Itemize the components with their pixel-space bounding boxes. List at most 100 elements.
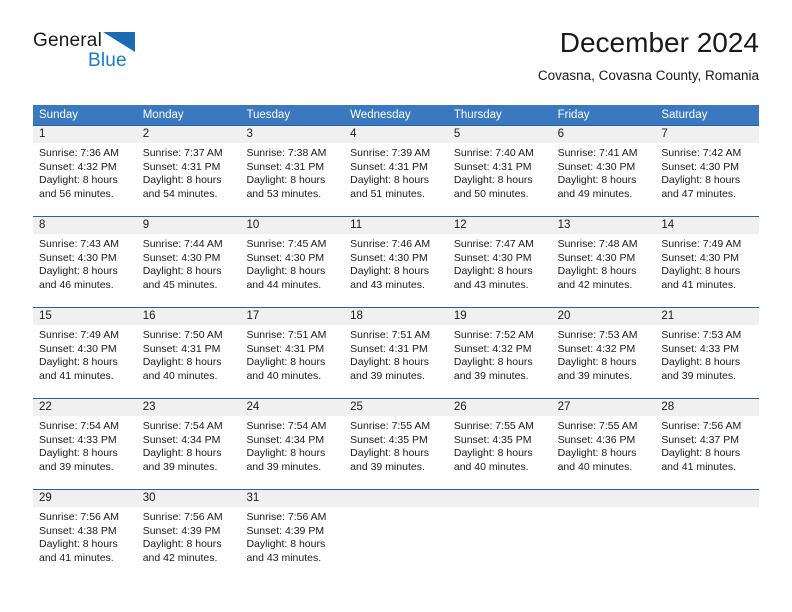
- weekday-header-sunday: Sunday: [39, 109, 79, 121]
- day-number[interactable]: 28: [655, 399, 759, 416]
- day-number[interactable]: 1: [33, 126, 137, 143]
- sunrise-text: Sunrise: 7:55 AM: [453, 420, 534, 432]
- day-cell[interactable]: Sunrise: 7:46 AM Sunset: 4:30 PM Dayligh…: [344, 234, 448, 307]
- day-number[interactable]: 2: [137, 126, 241, 143]
- day-cell[interactable]: Sunrise: 7:51 AM Sunset: 4:31 PM Dayligh…: [240, 325, 344, 398]
- daylight-text-2: and 51 minutes.: [350, 187, 425, 200]
- day-number[interactable]: 20: [552, 308, 656, 325]
- daylight-text-2: and 54 minutes.: [142, 187, 218, 200]
- day-number[interactable]: 22: [33, 399, 137, 416]
- day-cell[interactable]: Sunrise: 7:40 AM Sunset: 4:31 PM Dayligh…: [448, 143, 552, 216]
- day-number[interactable]: 4: [344, 126, 448, 143]
- day-number[interactable]: 5: [448, 126, 552, 143]
- day-number[interactable]: 15: [33, 308, 137, 325]
- day-cell[interactable]: Sunrise: 7:45 AM Sunset: 4:30 PM Dayligh…: [240, 234, 344, 307]
- day-number[interactable]: 25: [344, 399, 448, 416]
- day-cell[interactable]: Sunrise: 7:42 AM Sunset: 4:30 PM Dayligh…: [655, 143, 759, 216]
- day-cell[interactable]: Sunrise: 7:55 AM Sunset: 4:35 PM Dayligh…: [344, 416, 448, 489]
- day-number[interactable]: 29: [33, 490, 137, 507]
- day-number[interactable]: 27: [552, 399, 656, 416]
- day-number[interactable]: 11: [344, 217, 448, 234]
- daylight-text-2: and 39 minutes.: [246, 460, 322, 473]
- day-cell[interactable]: Sunrise: 7:37 AM Sunset: 4:31 PM Dayligh…: [137, 143, 241, 216]
- day-number[interactable]: 10: [240, 217, 344, 234]
- sunrise-text: Sunrise: 7:54 AM: [142, 420, 223, 432]
- daylight-text-1: Daylight: 8 hours: [453, 174, 533, 186]
- sunset-text: Sunset: 4:31 PM: [142, 342, 221, 355]
- sunset-text: Sunset: 4:32 PM: [453, 342, 532, 355]
- logo-text-blue: Blue: [88, 50, 127, 71]
- title-block: December 2024 Covasna, Covasna County, R…: [538, 26, 759, 85]
- daylight-text-2: and 40 minutes.: [557, 460, 633, 473]
- day-cell[interactable]: Sunrise: 7:56 AM Sunset: 4:39 PM Dayligh…: [137, 507, 241, 580]
- day-cell[interactable]: Sunrise: 7:36 AM Sunset: 4:32 PM Dayligh…: [33, 143, 137, 216]
- sunset-text: Sunset: 4:35 PM: [453, 433, 532, 446]
- weekday-header-wednesday: Wednesday: [350, 109, 411, 121]
- day-cell[interactable]: Sunrise: 7:54 AM Sunset: 4:33 PM Dayligh…: [33, 416, 137, 489]
- day-cell[interactable]: Sunrise: 7:54 AM Sunset: 4:34 PM Dayligh…: [240, 416, 344, 489]
- generalblue-logo[interactable]: General Blue: [33, 30, 253, 86]
- sunrise-text: Sunrise: 7:40 AM: [453, 147, 534, 159]
- day-cell[interactable]: Sunrise: 7:51 AM Sunset: 4:31 PM Dayligh…: [344, 325, 448, 398]
- day-number-empty: [655, 490, 759, 507]
- day-number[interactable]: 12: [448, 217, 552, 234]
- day-cell[interactable]: Sunrise: 7:39 AM Sunset: 4:31 PM Dayligh…: [344, 143, 448, 216]
- calendar-week-row: 15 16 17 18 19 20 21 Sunrise: 7:49 AM Su…: [33, 307, 759, 398]
- weekday-header-friday: Friday: [557, 109, 590, 121]
- day-number-empty: [344, 490, 448, 507]
- location-subtitle: Covasna, Covasna County, Romania: [537, 68, 759, 83]
- day-number[interactable]: 6: [552, 126, 656, 143]
- daylight-text-2: and 46 minutes.: [39, 278, 114, 291]
- day-number[interactable]: 17: [240, 308, 344, 325]
- calendar-week-row: 8 9 10 11 12 13 14 Sunrise: 7:43 AM Suns…: [33, 216, 759, 307]
- day-number[interactable]: 26: [448, 399, 552, 416]
- day-number[interactable]: 13: [552, 217, 656, 234]
- sunset-text: Sunset: 4:34 PM: [142, 433, 221, 446]
- day-cell[interactable]: Sunrise: 7:47 AM Sunset: 4:30 PM Dayligh…: [448, 234, 552, 307]
- day-number[interactable]: 3: [240, 126, 344, 143]
- day-cell[interactable]: Sunrise: 7:38 AM Sunset: 4:31 PM Dayligh…: [240, 143, 344, 216]
- day-cell[interactable]: Sunrise: 7:53 AM Sunset: 4:32 PM Dayligh…: [552, 325, 656, 398]
- day-cell[interactable]: Sunrise: 7:56 AM Sunset: 4:39 PM Dayligh…: [240, 507, 344, 580]
- daylight-text-2: and 43 minutes.: [350, 278, 425, 291]
- day-number[interactable]: 19: [448, 308, 552, 325]
- sunrise-text: Sunrise: 7:44 AM: [142, 238, 223, 250]
- sunset-text: Sunset: 4:30 PM: [39, 342, 117, 355]
- sunrise-text: Sunrise: 7:49 AM: [661, 238, 742, 250]
- day-number[interactable]: 8: [33, 217, 137, 234]
- week-detail-band: Sunrise: 7:56 AM Sunset: 4:38 PM Dayligh…: [33, 507, 759, 580]
- day-number[interactable]: 18: [344, 308, 448, 325]
- day-number[interactable]: 24: [240, 399, 344, 416]
- daylight-text-1: Daylight: 8 hours: [350, 447, 429, 459]
- day-number[interactable]: 31: [240, 490, 344, 507]
- sunrise-text: Sunrise: 7:37 AM: [142, 147, 223, 159]
- sunrise-text: Sunrise: 7:41 AM: [557, 147, 638, 159]
- day-number[interactable]: 30: [137, 490, 241, 507]
- day-number[interactable]: 14: [655, 217, 759, 234]
- day-cell[interactable]: Sunrise: 7:55 AM Sunset: 4:36 PM Dayligh…: [552, 416, 656, 489]
- day-cell[interactable]: Sunrise: 7:49 AM Sunset: 4:30 PM Dayligh…: [655, 234, 759, 307]
- week-day-number-band: 22 23 24 25 26 27 28: [33, 399, 759, 416]
- day-cell[interactable]: Sunrise: 7:52 AM Sunset: 4:32 PM Dayligh…: [448, 325, 552, 398]
- day-number[interactable]: 16: [137, 308, 241, 325]
- day-cell[interactable]: Sunrise: 7:56 AM Sunset: 4:38 PM Dayligh…: [33, 507, 137, 580]
- day-number[interactable]: 7: [655, 126, 759, 143]
- day-number[interactable]: 9: [137, 217, 241, 234]
- day-cell[interactable]: Sunrise: 7:48 AM Sunset: 4:30 PM Dayligh…: [552, 234, 656, 307]
- sunset-text: Sunset: 4:39 PM: [142, 524, 221, 537]
- day-cell[interactable]: Sunrise: 7:50 AM Sunset: 4:31 PM Dayligh…: [137, 325, 241, 398]
- day-cell[interactable]: Sunrise: 7:49 AM Sunset: 4:30 PM Dayligh…: [33, 325, 137, 398]
- day-cell[interactable]: Sunrise: 7:43 AM Sunset: 4:30 PM Dayligh…: [33, 234, 137, 307]
- day-number[interactable]: 23: [137, 399, 241, 416]
- day-cell[interactable]: Sunrise: 7:56 AM Sunset: 4:37 PM Dayligh…: [655, 416, 759, 489]
- day-cell[interactable]: Sunrise: 7:53 AM Sunset: 4:33 PM Dayligh…: [655, 325, 759, 398]
- day-cell[interactable]: Sunrise: 7:55 AM Sunset: 4:35 PM Dayligh…: [448, 416, 552, 489]
- day-cell[interactable]: Sunrise: 7:41 AM Sunset: 4:30 PM Dayligh…: [552, 143, 656, 216]
- sunset-text: Sunset: 4:31 PM: [246, 342, 325, 355]
- sunrise-text: Sunrise: 7:50 AM: [142, 329, 223, 341]
- daylight-text-1: Daylight: 8 hours: [246, 538, 326, 550]
- day-cell[interactable]: Sunrise: 7:44 AM Sunset: 4:30 PM Dayligh…: [137, 234, 241, 307]
- day-number[interactable]: 21: [655, 308, 759, 325]
- day-cell[interactable]: Sunrise: 7:54 AM Sunset: 4:34 PM Dayligh…: [137, 416, 241, 489]
- daylight-text-1: Daylight: 8 hours: [39, 356, 118, 368]
